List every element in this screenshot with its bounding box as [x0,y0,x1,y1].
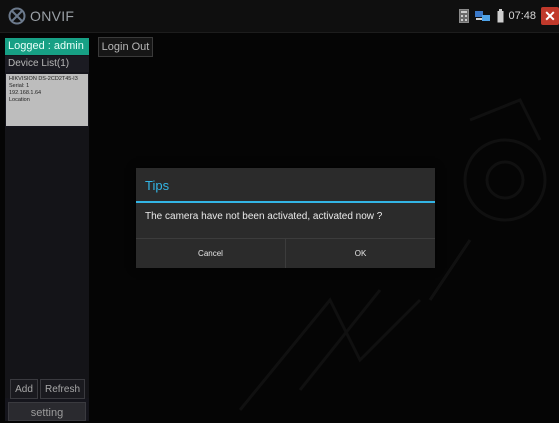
device-ip: 192.168.1.64 [9,90,42,96]
network-icon [475,11,491,21]
device-list-item[interactable]: HIKVISION DS-2CD2T45-I3 Serial: 1 192.16… [6,74,88,126]
login-out-button[interactable]: Login Out [98,37,153,57]
battery-icon [497,9,504,23]
status-icons: 07:48 ✕ [454,6,559,26]
sidebar-footer: Add Refresh setting [5,376,89,421]
dialog-divider [136,201,435,203]
status-time: 07:48 [508,10,536,22]
dialog-title: Tips [145,178,170,193]
device-name: HIKVISION DS-2CD2T45-I3 [9,76,78,82]
device-serial: Serial: 1 [9,83,30,89]
device-location: Location [9,97,30,103]
activation-dialog: Tips The camera have not been activated,… [136,168,435,268]
dialog-message: The camera have not been activated, acti… [145,211,383,222]
logged-in-label: Logged : admin [5,38,89,55]
device-list-area [5,128,89,398]
cancel-button[interactable]: Cancel [136,239,285,268]
device-list-header: Device List(1) [5,56,89,72]
ok-button[interactable]: OK [285,239,435,268]
onvif-logo-icon [8,7,26,25]
refresh-button[interactable]: Refresh [40,379,85,399]
sidebar: Logged : admin Device List(1) HIKVISION … [5,38,89,421]
dialog-buttons: Cancel OK [136,238,435,268]
app-title: ONVIF [30,8,75,24]
top-bar: ONVIF 07:48 ✕ [0,0,559,33]
add-device-button[interactable]: Add [10,379,38,399]
setting-button[interactable]: setting [8,402,86,421]
calculator-icon [459,9,470,23]
close-icon[interactable]: ✕ [541,7,559,25]
